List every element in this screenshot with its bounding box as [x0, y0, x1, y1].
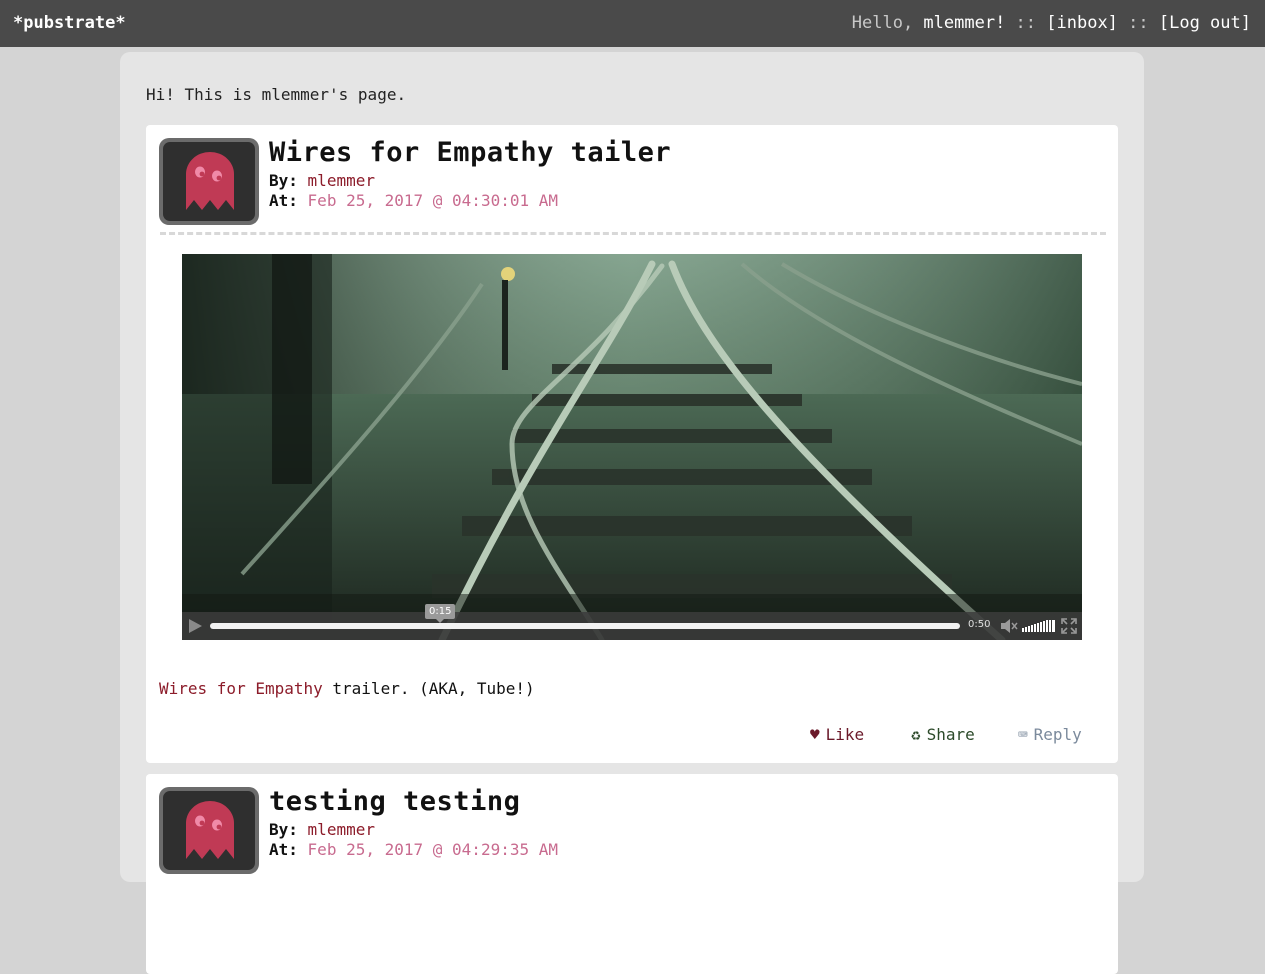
avatar[interactable]: [159, 138, 259, 225]
video-controls: 0:50: [182, 612, 1082, 640]
volume-slider[interactable]: [1022, 620, 1056, 632]
seek-bar[interactable]: [210, 623, 960, 629]
post-title[interactable]: Wires for Empathy tailer: [269, 137, 671, 168]
post-card: testing testing By: mlemmer At: Feb 25, …: [146, 774, 1118, 974]
top-nav-bar: *pubstrate* Hello, mlemmer! :: [inbox] :…: [0, 0, 1265, 47]
author-link[interactable]: mlemmer: [308, 820, 375, 839]
avatar-frame: [163, 791, 255, 870]
like-button[interactable]: ♥ Like: [810, 725, 864, 744]
seek-tooltip: 0:15: [425, 604, 456, 623]
post-card: Wires for Empathy tailer By: mlemmer At:…: [146, 125, 1118, 763]
post-date-line: At: Feb 25, 2017 @ 04:29:35 AM: [269, 840, 558, 859]
post-title[interactable]: testing testing: [269, 786, 520, 817]
page-intro: Hi! This is mlemmer's page.: [146, 85, 407, 104]
video-player[interactable]: 0:50 0:15: [182, 254, 1082, 640]
ghost-icon: [186, 152, 234, 210]
user-nav: Hello, mlemmer! :: [inbox] :: [Log out]: [852, 0, 1251, 47]
caption-text: trailer. (AKA, Tube!): [322, 679, 535, 698]
username-text: mlemmer!: [923, 13, 1006, 33]
ghost-icon: [186, 801, 234, 859]
by-label: By:: [269, 171, 298, 190]
by-label: By:: [269, 820, 298, 839]
post-date[interactable]: Feb 25, 2017 @ 04:29:35 AM: [308, 840, 558, 859]
heart-icon: ♥: [810, 725, 820, 744]
inbox-link[interactable]: [inbox]: [1046, 13, 1118, 33]
main-content: Hi! This is mlemmer's page. Wires for Em…: [120, 52, 1144, 974]
recycle-icon: ♻: [911, 725, 921, 744]
reply-button[interactable]: ⌨ Reply: [1018, 725, 1082, 744]
author-link[interactable]: mlemmer: [308, 171, 375, 190]
like-label: Like: [825, 725, 865, 744]
site-brand[interactable]: *pubstrate*: [13, 0, 126, 47]
reply-label: Reply: [1033, 725, 1082, 744]
post-author-line: By: mlemmer: [269, 171, 375, 190]
fullscreen-icon[interactable]: [1061, 618, 1077, 634]
keyboard-icon: ⌨: [1018, 725, 1028, 744]
logout-link[interactable]: [Log out]: [1159, 13, 1251, 33]
nav-separator: ::: [1005, 13, 1047, 33]
video-frame: [182, 254, 1082, 640]
avatar[interactable]: [159, 787, 259, 874]
post-author-line: By: mlemmer: [269, 820, 375, 839]
greeting-text: Hello,: [851, 13, 924, 33]
avatar-frame: [163, 142, 255, 221]
play-icon[interactable]: [189, 619, 202, 633]
caption-link[interactable]: Wires for Empathy: [159, 679, 323, 698]
at-label: At:: [269, 840, 298, 859]
nav-separator: ::: [1117, 13, 1159, 33]
share-label: Share: [926, 725, 975, 744]
share-button[interactable]: ♻ Share: [911, 725, 975, 744]
volume-icon[interactable]: [1000, 618, 1018, 634]
post-date-line: At: Feb 25, 2017 @ 04:30:01 AM: [269, 191, 558, 210]
post-caption: Wires for Empathy trailer. (AKA, Tube!): [159, 679, 535, 698]
at-label: At:: [269, 191, 298, 210]
video-duration: 0:50: [968, 619, 991, 630]
divider: [160, 232, 1106, 235]
post-date[interactable]: Feb 25, 2017 @ 04:30:01 AM: [308, 191, 558, 210]
